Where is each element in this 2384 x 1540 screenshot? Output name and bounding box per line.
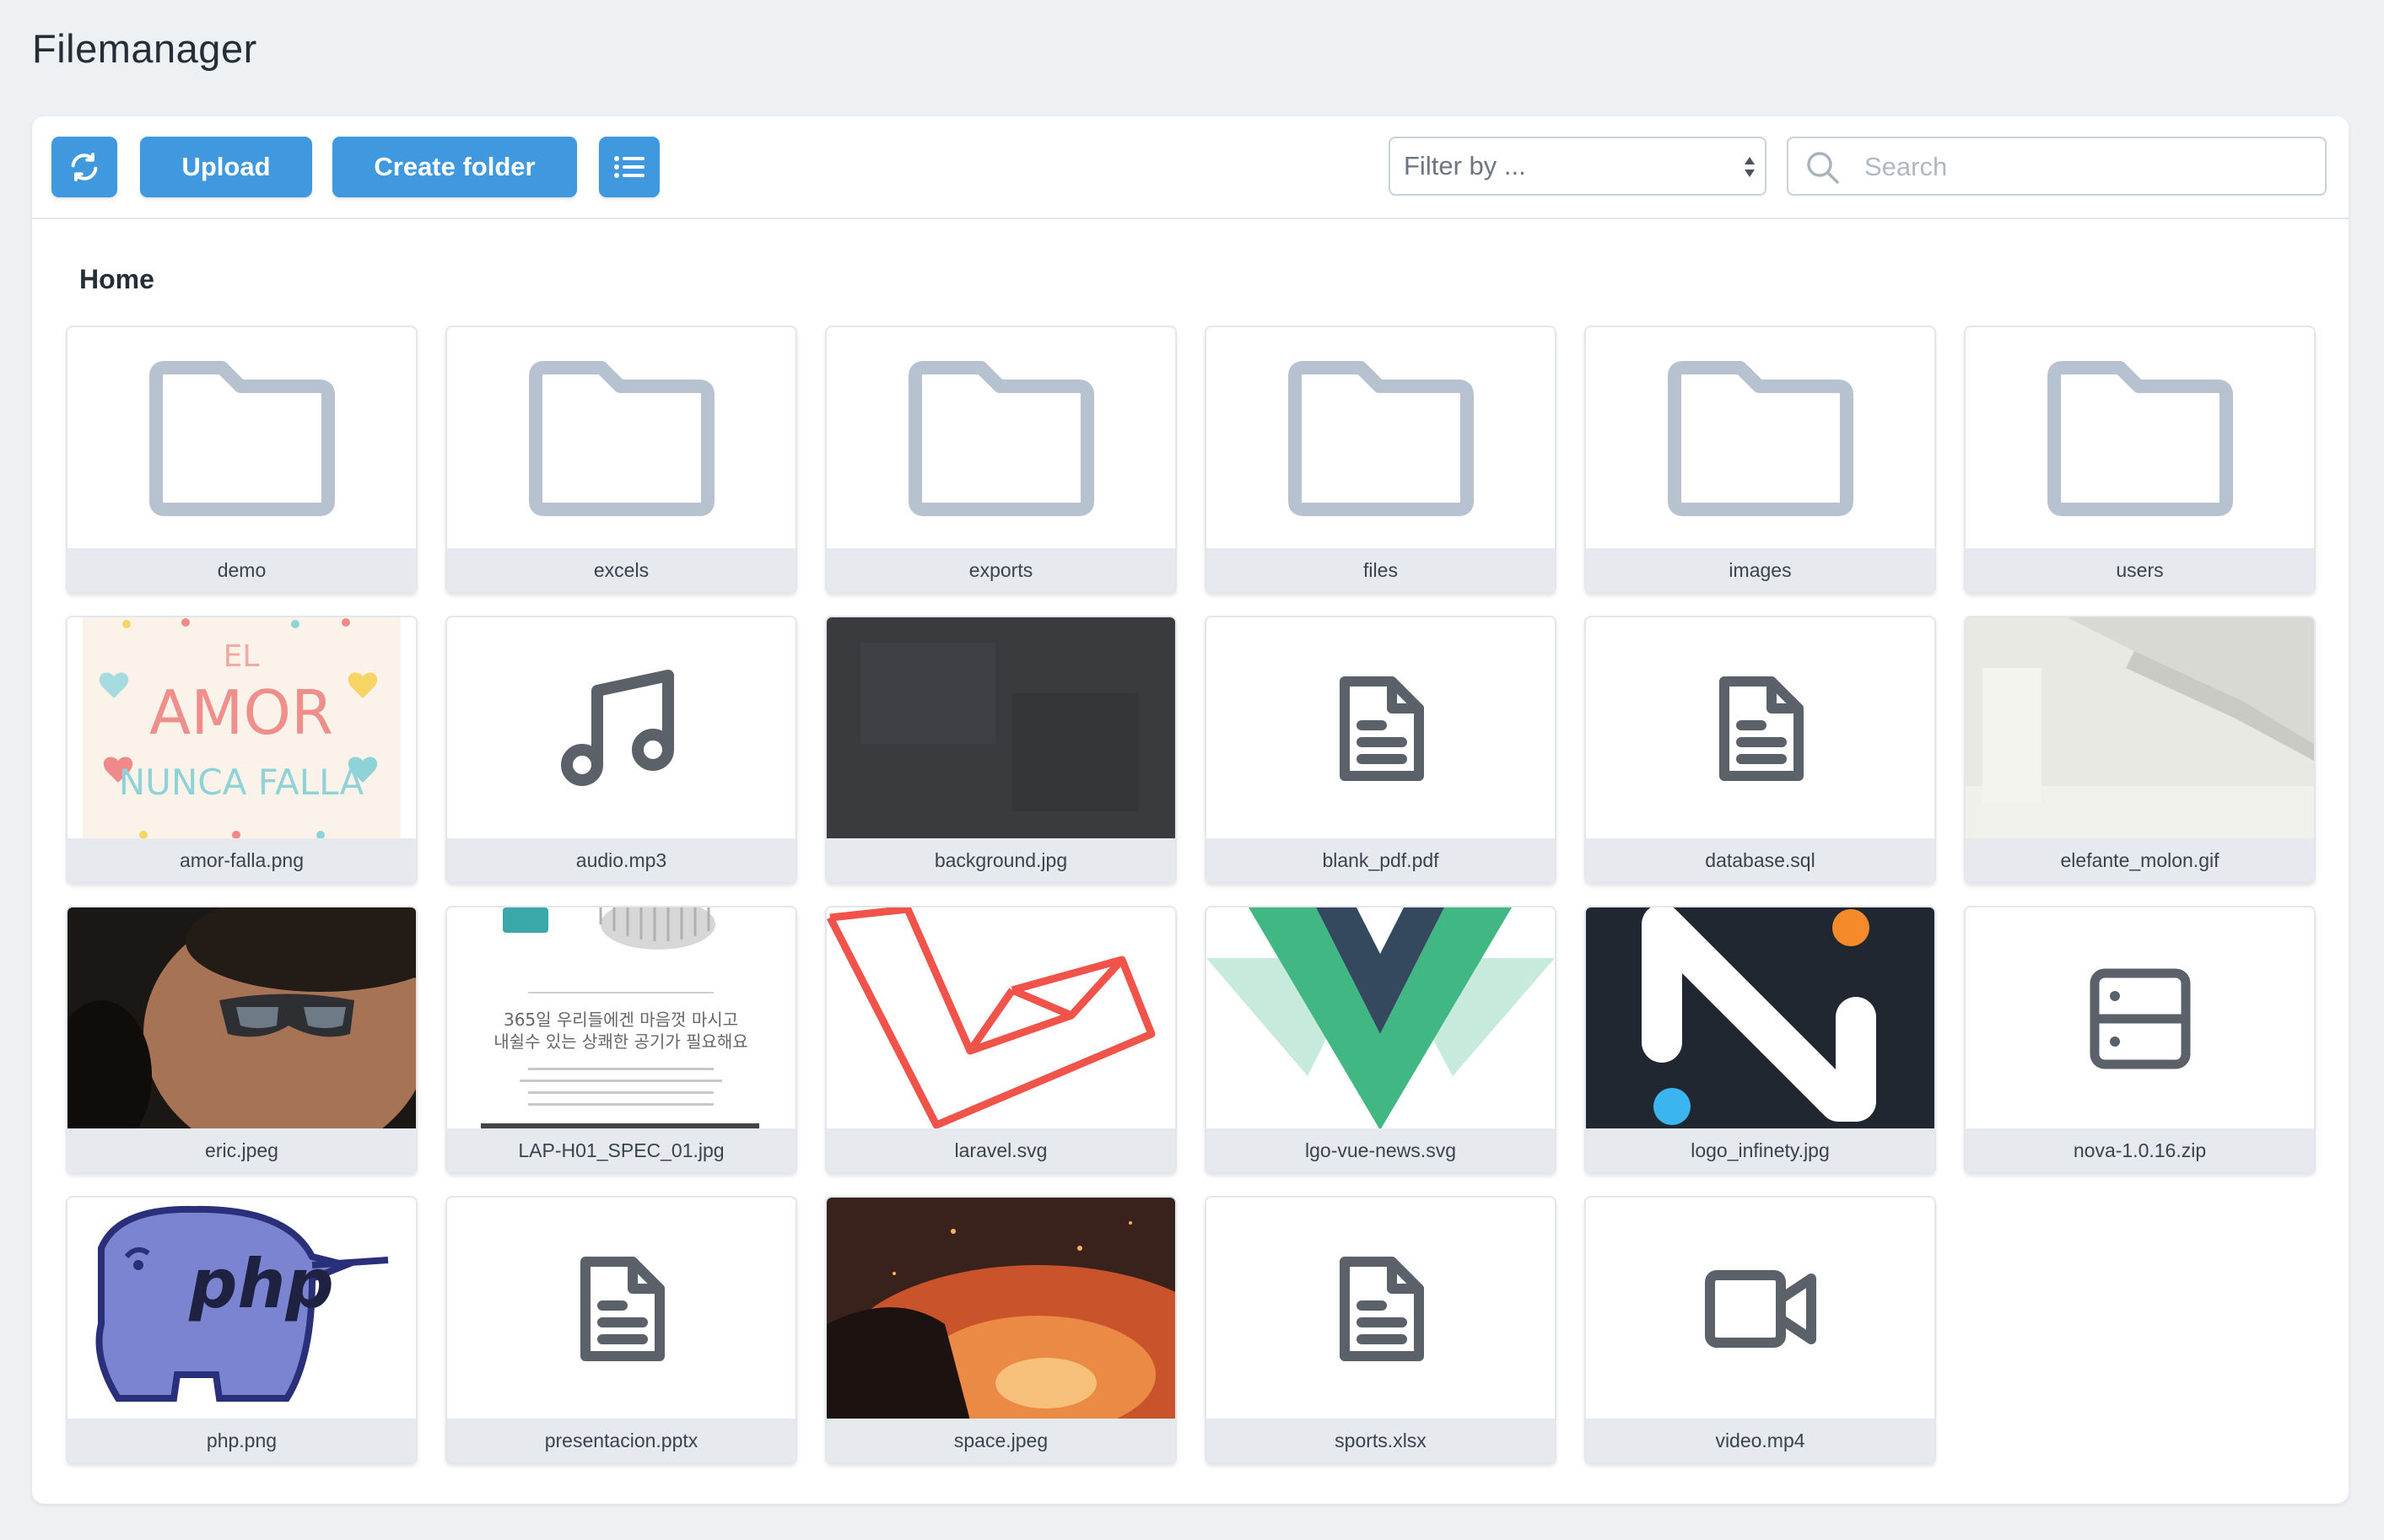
music-note-icon (558, 665, 685, 792)
filter-placeholder: Filter by ... (1404, 151, 1526, 180)
image-thumbnail (1586, 907, 1934, 1130)
file-name: eric.jpeg (67, 1128, 416, 1172)
file-tile[interactable]: database.sql (1584, 616, 1936, 884)
thumbnail-text: AMOR (149, 677, 333, 748)
file-tile[interactable]: EL AMOR NUNCA FALLA amor-falla.png (66, 616, 418, 884)
file-name: amor-falla.png (67, 838, 416, 882)
file-tile[interactable]: laravel.svg (825, 906, 1177, 1174)
file-name: lgo-vue-news.svg (1206, 1128, 1555, 1172)
refresh-button[interactable] (51, 137, 117, 197)
file-name: php.png (67, 1419, 416, 1462)
video-camera-icon (1703, 1268, 1818, 1349)
file-tile[interactable]: video.mp4 (1584, 1196, 1936, 1464)
image-thumbnail (1966, 617, 2314, 840)
file-name: LAP-H01_SPEC_01.jpg (447, 1128, 796, 1172)
view-toggle-button[interactable] (599, 137, 660, 197)
file-name: background.jpg (827, 838, 1175, 882)
folder-icon (1286, 361, 1475, 516)
file-tile[interactable]: background.jpg (825, 616, 1177, 884)
folder-icon (1666, 361, 1855, 516)
folder-icon (527, 361, 716, 516)
file-tile[interactable]: blank_pdf.pdf (1205, 616, 1556, 884)
thumbnail-text: EL (224, 639, 260, 674)
document-icon (574, 1250, 670, 1368)
search-input[interactable] (1863, 147, 2305, 187)
folder-icon (2046, 361, 2235, 516)
image-thumbnail (827, 617, 1175, 840)
upload-button[interactable]: Upload (140, 137, 312, 197)
file-name: logo_infinety.jpg (1586, 1128, 1934, 1172)
file-name: database.sql (1586, 838, 1934, 882)
file-tile[interactable]: php php.png (66, 1196, 418, 1464)
file-name: space.jpeg (827, 1419, 1175, 1462)
thumbnail-text: NUNCA FALLA (119, 762, 364, 803)
filter-select[interactable]: Filter by ... (1389, 137, 1766, 196)
file-name: laravel.svg (827, 1128, 1175, 1172)
thumbnail-text: php (188, 1245, 333, 1323)
file-tile[interactable]: logo_infinety.jpg (1584, 906, 1936, 1174)
image-thumbnail: EL AMOR NUNCA FALLA (67, 617, 416, 840)
folder-tile[interactable]: excels (445, 326, 797, 594)
image-thumbnail: php (67, 1198, 416, 1420)
file-tile[interactable]: 365일 우리들에겐 마음껏 마시고 내쉴수 있는 상쾌한 공기가 필요해요 L… (445, 906, 797, 1174)
create-folder-button[interactable]: Create folder (332, 137, 577, 197)
file-tile[interactable]: presentacion.pptx (445, 1196, 797, 1464)
thumbnail-text: 내쉴수 있는 상쾌한 공기가 필요해요 (494, 1031, 747, 1052)
folder-icon (148, 361, 337, 516)
folder-tile[interactable]: files (1205, 326, 1556, 594)
file-name: files (1206, 548, 1555, 592)
folder-tile[interactable]: demo (66, 326, 418, 594)
image-thumbnail (1206, 907, 1555, 1130)
file-name: audio.mp3 (447, 838, 796, 882)
file-name: exports (827, 548, 1175, 592)
file-tile[interactable]: lgo-vue-news.svg (1205, 906, 1556, 1174)
file-tile[interactable]: elefante_molon.gif (1964, 616, 2316, 884)
archive-icon (2088, 967, 2193, 1071)
file-grid: demo excels exports files images users E… (66, 326, 2316, 1464)
document-icon (1333, 670, 1429, 788)
folder-tile[interactable]: users (1964, 326, 2316, 594)
file-tile[interactable]: sports.xlsx (1205, 1196, 1556, 1464)
select-arrows-icon (1743, 150, 1756, 191)
folder-tile[interactable]: images (1584, 326, 1936, 594)
refresh-icon (67, 150, 101, 184)
image-thumbnail (827, 1198, 1175, 1420)
file-name: images (1586, 548, 1934, 592)
breadcrumb: Home (79, 264, 154, 294)
file-tile[interactable]: eric.jpeg (66, 906, 418, 1174)
image-thumbnail (827, 907, 1175, 1130)
file-name: sports.xlsx (1206, 1419, 1555, 1462)
folder-icon (907, 361, 1096, 516)
file-name: nova-1.0.16.zip (1966, 1128, 2314, 1172)
image-thumbnail: 365일 우리들에겐 마음껏 마시고 내쉴수 있는 상쾌한 공기가 필요해요 (447, 907, 796, 1130)
search-icon (1805, 150, 1841, 190)
list-icon (613, 154, 645, 180)
file-name: excels (447, 548, 796, 592)
folder-tile[interactable]: exports (825, 326, 1177, 594)
file-name: demo (67, 548, 416, 592)
thumbnail-text: 365일 우리들에겐 마음껏 마시고 (504, 1010, 738, 1030)
file-name: video.mp4 (1586, 1419, 1934, 1462)
image-thumbnail (67, 907, 416, 1130)
file-name: presentacion.pptx (447, 1419, 796, 1462)
file-tile[interactable]: space.jpeg (825, 1196, 1177, 1464)
file-name: users (1966, 548, 2314, 592)
file-name: elefante_molon.gif (1966, 838, 2314, 882)
file-tile[interactable]: nova-1.0.16.zip (1964, 906, 2316, 1174)
page-title: Filemanager (32, 26, 257, 71)
toolbar: Upload Create folder Filter by ... (32, 116, 2349, 219)
search-field[interactable] (1787, 137, 2327, 196)
document-icon (1712, 670, 1809, 788)
document-icon (1333, 1250, 1429, 1368)
file-tile[interactable]: audio.mp3 (445, 616, 797, 884)
file-manager-panel: Upload Create folder Filter by ... Searc… (32, 116, 2349, 1504)
file-name: blank_pdf.pdf (1206, 838, 1555, 882)
